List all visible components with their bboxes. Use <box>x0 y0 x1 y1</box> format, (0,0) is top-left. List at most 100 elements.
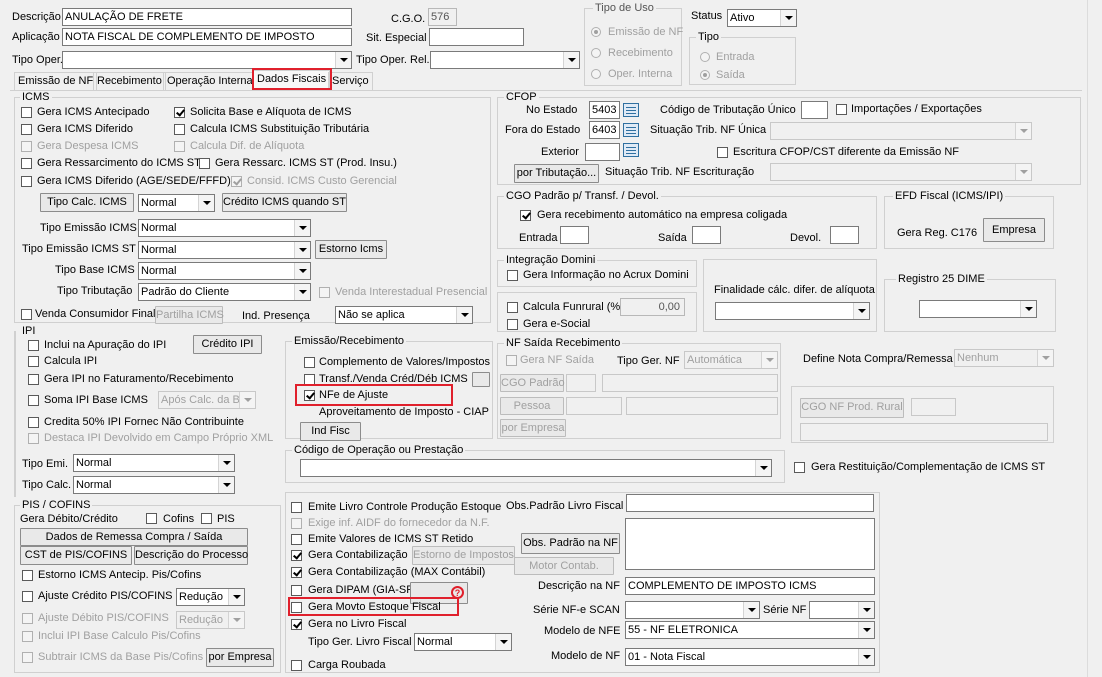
destaca-ipi-checkbox[interactable] <box>28 433 39 444</box>
tipo-calc-icms-button[interactable]: Tipo Calc. ICMS <box>40 193 134 212</box>
inclui-ipi-base-checkbox[interactable] <box>22 631 33 642</box>
gera-esocial-checkbox[interactable] <box>507 319 518 330</box>
gera-contabilizacao-checkbox[interactable] <box>291 550 302 561</box>
exige-aidf-checkbox[interactable] <box>291 518 302 529</box>
registro25-select[interactable] <box>919 300 1037 318</box>
tipo-uso-recebimento-radio[interactable] <box>591 48 601 58</box>
tipo-calc-icms-select[interactable]: Normal <box>138 194 215 212</box>
descricao-input[interactable]: ANULAÇÃO DE FRETE <box>62 8 352 26</box>
estorno-icms-button[interactable]: Estorno Icms <box>315 240 387 259</box>
transf-venda-button[interactable] <box>472 372 490 387</box>
estorno-icms-antecip-checkbox[interactable] <box>22 570 33 581</box>
gera-icms-antecipado-checkbox[interactable] <box>21 107 32 118</box>
estorno-impostos-button[interactable]: Estorno de Impostos <box>412 546 515 565</box>
cod-trib-unico-input[interactable] <box>801 101 828 119</box>
escritura-cfop-checkbox[interactable] <box>717 147 728 158</box>
entrada-input[interactable] <box>560 226 589 244</box>
gera-ressarcimento-checkbox[interactable] <box>21 158 32 169</box>
efd-empresa-button[interactable]: Empresa <box>983 218 1045 242</box>
cgo-nf-prod-rural-desc-input[interactable] <box>800 423 1048 441</box>
dados-remessa-button[interactable]: Dados de Remessa Compra / Saída <box>20 528 248 546</box>
emite-livro-checkbox[interactable] <box>291 502 302 513</box>
motor-contab-button[interactable]: Motor Contab. <box>514 557 614 575</box>
list-icon[interactable] <box>623 143 639 157</box>
apos-calc-base-select[interactable]: Após Calc. da Base <box>158 391 256 409</box>
saida-input[interactable] <box>692 226 721 244</box>
vertical-scrollbar[interactable] <box>1087 0 1102 677</box>
status-select[interactable]: Ativo <box>727 9 797 27</box>
tipo-ger-nf-select[interactable]: Automática <box>684 351 778 369</box>
tab-emissao-nf[interactable]: Emissão de NF <box>14 72 98 90</box>
calcula-ipi-checkbox[interactable] <box>28 356 39 367</box>
pessoa-button[interactable]: Pessoa <box>500 397 564 415</box>
complemento-valores-checkbox[interactable] <box>304 357 315 368</box>
funrural-input[interactable]: 0,00 <box>620 298 685 316</box>
ind-presenca-select[interactable]: Não se aplica <box>335 306 473 324</box>
tab-operacao-interna[interactable]: Operação Interna <box>163 72 257 90</box>
gera-ipi-faturamento-checkbox[interactable] <box>28 374 39 385</box>
pis-checkbox[interactable] <box>201 513 212 524</box>
cgo-input[interactable]: 576 <box>428 8 457 26</box>
serie-scan-select[interactable] <box>625 601 760 619</box>
tipo-ger-livro-select[interactable]: Normal <box>414 633 512 651</box>
finalidade-select[interactable] <box>715 302 870 320</box>
por-tributacao-button[interactable]: por Tributação... <box>514 164 599 183</box>
calcula-icms-st-checkbox[interactable] <box>174 124 185 135</box>
soma-ipi-base-checkbox[interactable] <box>28 395 39 406</box>
gera-acrux-checkbox[interactable] <box>507 270 518 281</box>
gera-contabilizacao-max-checkbox[interactable] <box>291 567 302 578</box>
gera-icms-diferido-age-checkbox[interactable] <box>21 176 32 187</box>
exterior-input[interactable] <box>585 143 620 161</box>
subtrair-icms-checkbox[interactable] <box>22 652 33 663</box>
ajuste-debito-select[interactable]: Redução <box>176 611 245 629</box>
inclui-apuracao-ipi-checkbox[interactable] <box>28 340 39 351</box>
credito-ipi-button[interactable]: Crédito IPI <box>193 335 262 354</box>
cofins-checkbox[interactable] <box>146 513 157 524</box>
obs-padrao-livro-input[interactable] <box>626 494 874 512</box>
nf-saida-por-empresa-button[interactable]: por Empresa <box>500 419 566 437</box>
cgo-padrao-button[interactable]: CGO Padrão <box>500 374 565 392</box>
solicita-base-checkbox[interactable] <box>174 107 185 118</box>
tipo-oper-rel-select[interactable] <box>430 51 580 69</box>
venda-interestadual-checkbox[interactable] <box>319 287 330 298</box>
descricao-processo-button[interactable]: Descrição do Processo <box>134 546 248 565</box>
modelo-nfe-select[interactable]: 55 - NF ELETRONICA <box>625 621 875 639</box>
gera-livro-fiscal-checkbox[interactable] <box>291 619 302 630</box>
pis-por-empresa-button[interactable]: por Empresa <box>206 648 274 667</box>
carga-roubada-checkbox[interactable] <box>291 660 302 671</box>
serie-nf-select[interactable] <box>809 601 875 619</box>
calcula-dif-aliquota-checkbox[interactable] <box>174 141 185 152</box>
tipo-uso-emissao-radio[interactable] <box>591 27 601 37</box>
gera-nf-saida-checkbox[interactable] <box>506 355 517 366</box>
tipo-base-icms-select[interactable]: Normal <box>138 262 311 280</box>
list-icon[interactable] <box>623 103 639 117</box>
cgo-nf-prod-rural-input[interactable] <box>911 398 956 416</box>
tipo-entrada-radio[interactable] <box>700 52 710 62</box>
tipo-emissao-icms-select[interactable]: Normal <box>138 219 311 237</box>
define-nota-select[interactable]: Nenhum <box>954 349 1054 367</box>
aplicacao-input[interactable]: NOTA FISCAL DE COMPLEMENTO DE IMPOSTO <box>62 28 352 46</box>
gera-ressarc-insu-checkbox[interactable] <box>199 158 210 169</box>
devol-input[interactable] <box>830 226 859 244</box>
ajuste-credito-checkbox[interactable] <box>22 591 33 602</box>
fora-estado-input[interactable]: 6403 <box>589 121 620 139</box>
obs-padrao-nf-textarea[interactable] <box>625 518 875 570</box>
importacoes-checkbox[interactable] <box>836 104 847 115</box>
list-icon[interactable] <box>623 123 639 137</box>
modelo-nf-select[interactable]: 01 - Nota Fiscal <box>625 648 875 666</box>
gera-despesa-icms-checkbox[interactable] <box>21 141 32 152</box>
consid-icms-custo-checkbox[interactable] <box>231 176 242 187</box>
cgo-nf-prod-rural-button[interactable]: CGO NF Prod. Rural <box>800 398 904 418</box>
credita-50-ipi-checkbox[interactable] <box>28 417 39 428</box>
gera-icms-diferido-checkbox[interactable] <box>21 124 32 135</box>
ipi-tipo-calc-select[interactable]: Normal <box>73 476 235 494</box>
tab-recebimento[interactable]: Recebimento <box>93 72 166 90</box>
gera-restituicao-checkbox[interactable] <box>794 462 805 473</box>
tab-servico[interactable]: Serviço <box>328 72 373 90</box>
partilha-icms-button[interactable]: Partilha ICMS <box>155 306 224 324</box>
ajuste-credito-select[interactable]: Redução <box>176 588 245 606</box>
cst-pis-cofins-button[interactable]: CST de PIS/COFINS <box>20 546 132 565</box>
gera-dipam-checkbox[interactable] <box>291 585 302 596</box>
sit-trib-escrituracao-select[interactable] <box>770 163 1032 181</box>
descricao-nf-input[interactable]: COMPLEMENTO DE IMPOSTO ICMS <box>625 577 875 595</box>
